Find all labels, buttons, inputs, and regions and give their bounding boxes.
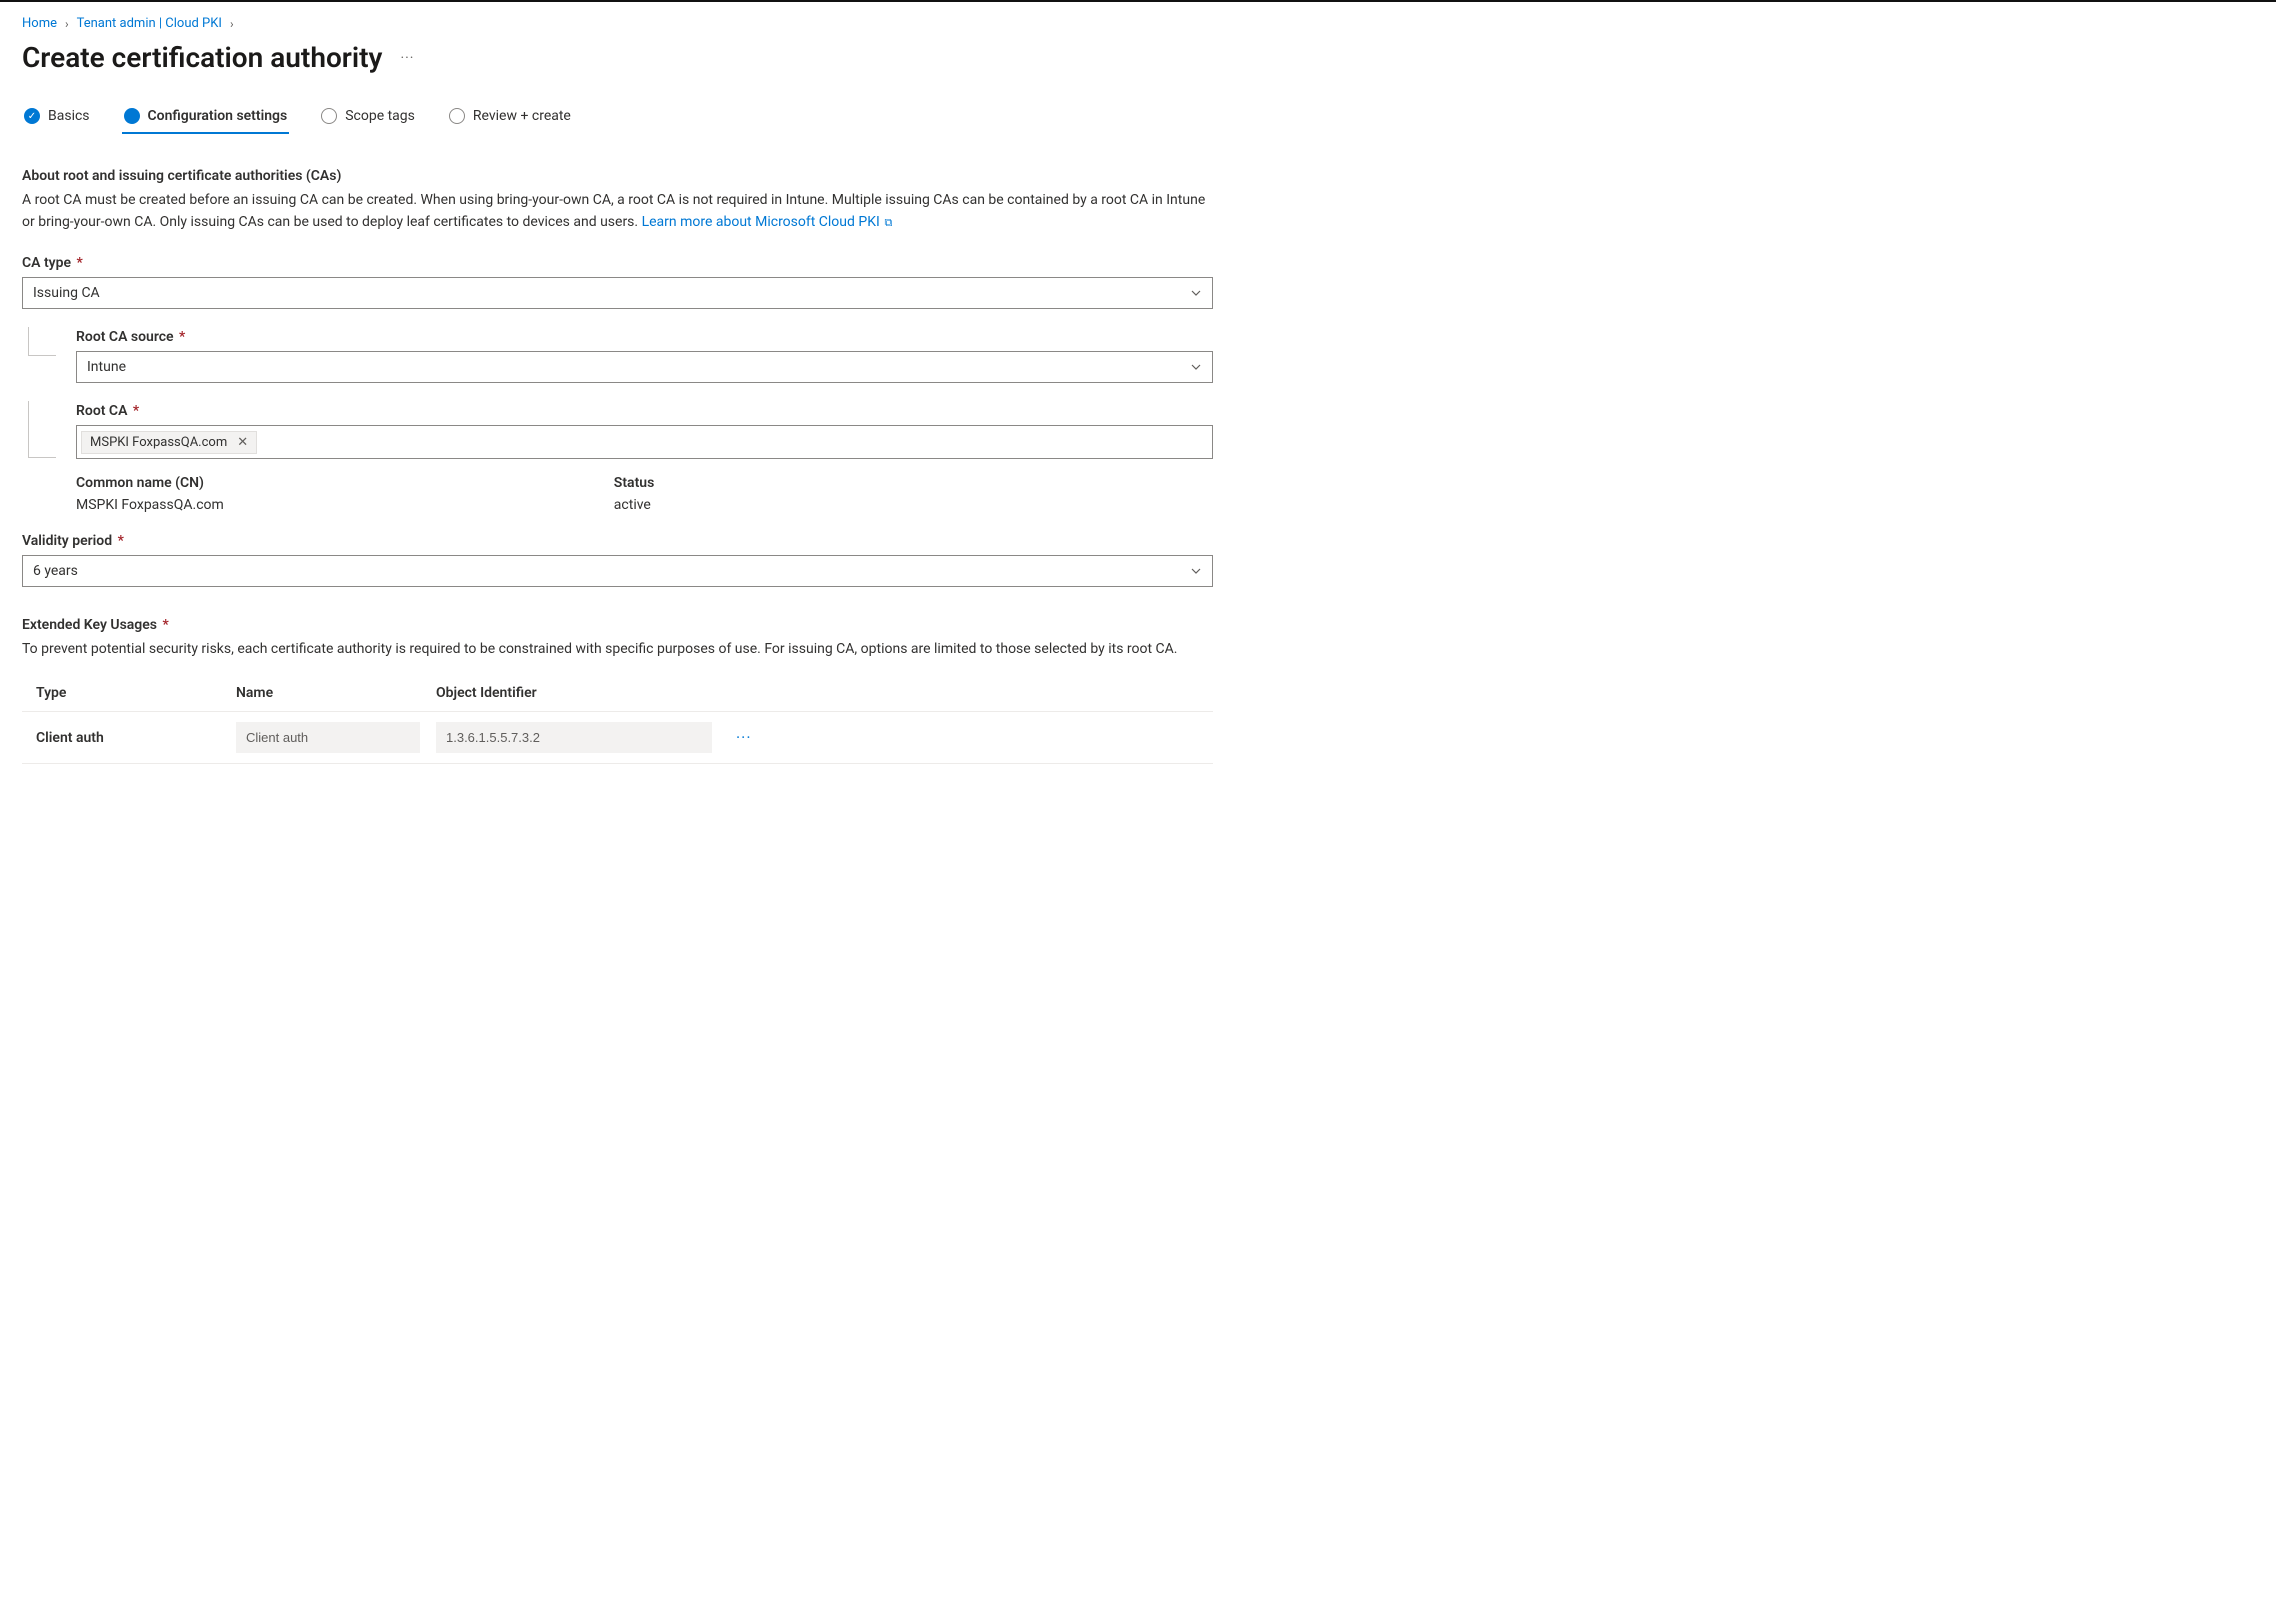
learn-more-label: Learn more about Microsoft Cloud PKI	[642, 214, 880, 230]
ca-type-select[interactable]: Issuing CA	[22, 277, 1213, 309]
status-label: Status	[614, 475, 654, 491]
chevron-right-icon: ›	[65, 17, 69, 31]
about-heading: About root and issuing certificate autho…	[22, 168, 1213, 184]
step-empty-icon	[321, 108, 337, 124]
ca-type-label: CA type *	[22, 255, 1213, 271]
eku-col-oid: Object Identifier	[436, 685, 736, 701]
root-ca-input[interactable]: MSPKI FoxpassQA.com ✕	[76, 425, 1213, 459]
breadcrumb: Home › Tenant admin | Cloud PKI ›	[22, 16, 1213, 31]
status-value: active	[614, 497, 654, 513]
tab-label: Basics	[48, 108, 90, 124]
eku-table-header: Type Name Object Identifier	[22, 675, 1213, 712]
tab-configuration-settings[interactable]: Configuration settings	[122, 102, 290, 134]
external-link-icon: ⧉	[882, 216, 893, 229]
eku-col-name: Name	[236, 685, 436, 701]
chevron-down-icon	[1190, 361, 1202, 373]
tab-label: Configuration settings	[148, 108, 288, 124]
about-body: A root CA must be created before an issu…	[22, 192, 1205, 230]
eku-description: To prevent potential security risks, eac…	[22, 639, 1213, 661]
required-icon: *	[114, 533, 124, 549]
tab-label: Review + create	[473, 108, 571, 124]
root-ca-label: Root CA *	[76, 403, 1213, 419]
breadcrumb-tenant-admin[interactable]: Tenant admin | Cloud PKI	[77, 16, 222, 31]
eku-row-type: Client auth	[36, 730, 236, 746]
tab-basics[interactable]: ✓ Basics	[22, 102, 92, 134]
root-ca-source-label: Root CA source *	[76, 329, 1213, 345]
eku-heading-text: Extended Key Usages	[22, 617, 157, 633]
root-ca-chip-label: MSPKI FoxpassQA.com	[90, 435, 227, 450]
breadcrumb-home[interactable]: Home	[22, 16, 57, 31]
root-ca-chip: MSPKI FoxpassQA.com ✕	[81, 431, 257, 454]
required-icon: *	[129, 403, 139, 419]
more-actions-button[interactable]: ···	[400, 50, 414, 66]
validity-period-label-text: Validity period	[22, 533, 112, 549]
chevron-down-icon	[1190, 287, 1202, 299]
common-name-label: Common name (CN)	[76, 475, 224, 491]
page-title: Create certification authority	[22, 41, 382, 74]
root-ca-source-select[interactable]: Intune	[76, 351, 1213, 383]
common-name-value: MSPKI FoxpassQA.com	[76, 497, 224, 513]
step-current-icon	[124, 108, 140, 124]
required-icon: *	[176, 329, 186, 345]
validity-period-value: 6 years	[33, 563, 78, 579]
root-ca-label-text: Root CA	[76, 403, 127, 419]
tab-scope-tags[interactable]: Scope tags	[319, 102, 417, 134]
eku-row-name-input[interactable]	[236, 722, 420, 753]
ca-type-label-text: CA type	[22, 255, 71, 271]
required-icon: *	[73, 255, 83, 271]
eku-row-more-button[interactable]: ···	[736, 728, 796, 747]
root-ca-source-label-text: Root CA source	[76, 329, 174, 345]
learn-more-link[interactable]: Learn more about Microsoft Cloud PKI ⧉	[642, 214, 893, 230]
ca-type-value: Issuing CA	[33, 285, 100, 301]
validity-period-select[interactable]: 6 years	[22, 555, 1213, 587]
about-text: A root CA must be created before an issu…	[22, 190, 1213, 233]
validity-period-label: Validity period *	[22, 533, 1213, 549]
root-ca-source-value: Intune	[87, 359, 126, 375]
wizard-tabs: ✓ Basics Configuration settings Scope ta…	[22, 102, 1213, 134]
eku-row-oid-input[interactable]	[436, 722, 712, 753]
check-icon: ✓	[24, 108, 40, 124]
chevron-right-icon: ›	[230, 17, 234, 31]
eku-heading: Extended Key Usages *	[22, 617, 1213, 633]
remove-chip-button[interactable]: ✕	[237, 435, 248, 450]
step-empty-icon	[449, 108, 465, 124]
tab-label: Scope tags	[345, 108, 415, 124]
tab-review-create[interactable]: Review + create	[447, 102, 573, 134]
chevron-down-icon	[1190, 565, 1202, 577]
eku-table-row: Client auth ···	[22, 712, 1213, 764]
eku-col-type: Type	[36, 685, 236, 701]
required-icon: *	[159, 617, 169, 633]
